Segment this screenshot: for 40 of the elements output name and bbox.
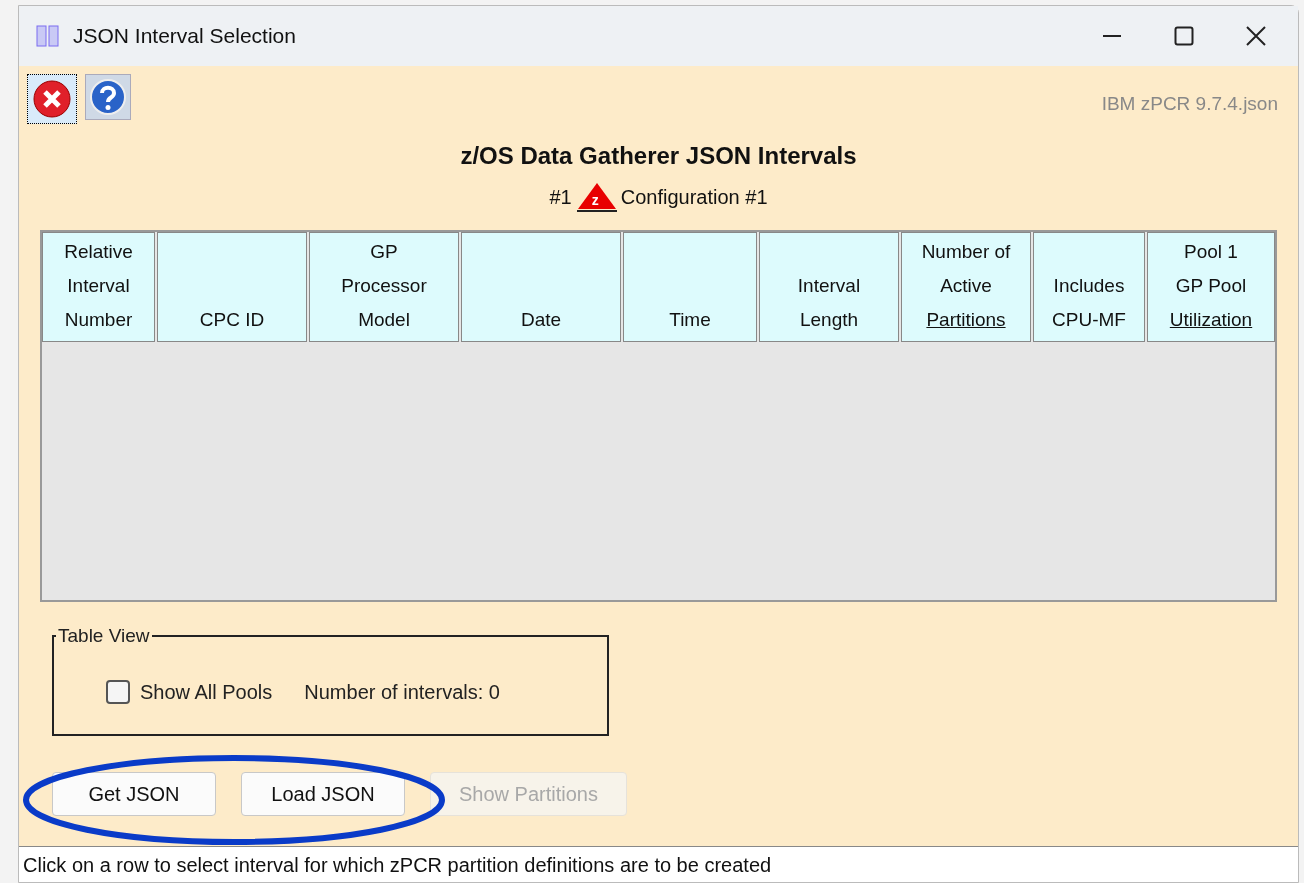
header-text: Number of <box>921 240 1011 264</box>
header-text: CPC ID <box>199 308 265 332</box>
config-number: #1 <box>549 185 572 210</box>
header-text: Time <box>669 308 711 332</box>
header-text: Length <box>799 308 859 332</box>
interval-count: Number of intervals: 0 <box>304 679 500 705</box>
group-legend: Table View <box>56 622 152 651</box>
window-title: JSON Interval Selection <box>73 23 296 50</box>
app-icon <box>35 23 61 49</box>
close-icon[interactable] <box>1246 26 1266 46</box>
help-button[interactable] <box>85 74 131 120</box>
exit-button[interactable] <box>27 74 77 124</box>
badge-letter: z <box>591 190 599 210</box>
header-text: Date <box>520 308 562 332</box>
header-text: CPU-MF <box>1052 308 1126 332</box>
header-text: Partitions <box>926 308 1006 332</box>
checkbox-label: Show All Pools <box>140 679 273 705</box>
header-text: Relative <box>64 240 133 264</box>
header-text: GP Pool <box>1175 274 1247 298</box>
action-button[interactable]: Get JSON <box>52 772 216 816</box>
help-icon <box>89 78 127 116</box>
header-text: Pool 1 <box>1184 240 1238 264</box>
triangle-badge-icon <box>575 182 618 212</box>
header-text: GP <box>370 240 398 264</box>
close-icon <box>32 79 72 119</box>
maximize-icon[interactable] <box>1174 26 1194 46</box>
header-text: Model <box>358 308 410 332</box>
dialog-heading: z/OS Data Gatherer JSON Intervals <box>459 141 858 171</box>
file-name: IBM zPCR 9.7.4.json <box>1101 92 1278 116</box>
header-text: Interval <box>67 274 130 298</box>
header-text: Includes <box>1053 274 1125 298</box>
header-text: Number <box>64 308 133 332</box>
config-label: Configuration #1 <box>620 185 768 210</box>
status-bar: Click on a row to select interval for which zPCR partition definitions are to be created <box>19 846 1298 882</box>
show-all-pools-checkbox[interactable] <box>106 679 130 704</box>
header-text: Utilization <box>1169 308 1253 332</box>
header-text: Active <box>940 274 992 298</box>
action-button[interactable]: Load JSON <box>241 772 405 816</box>
header-text: Processor <box>341 274 427 298</box>
header-text: Interval <box>797 274 861 298</box>
